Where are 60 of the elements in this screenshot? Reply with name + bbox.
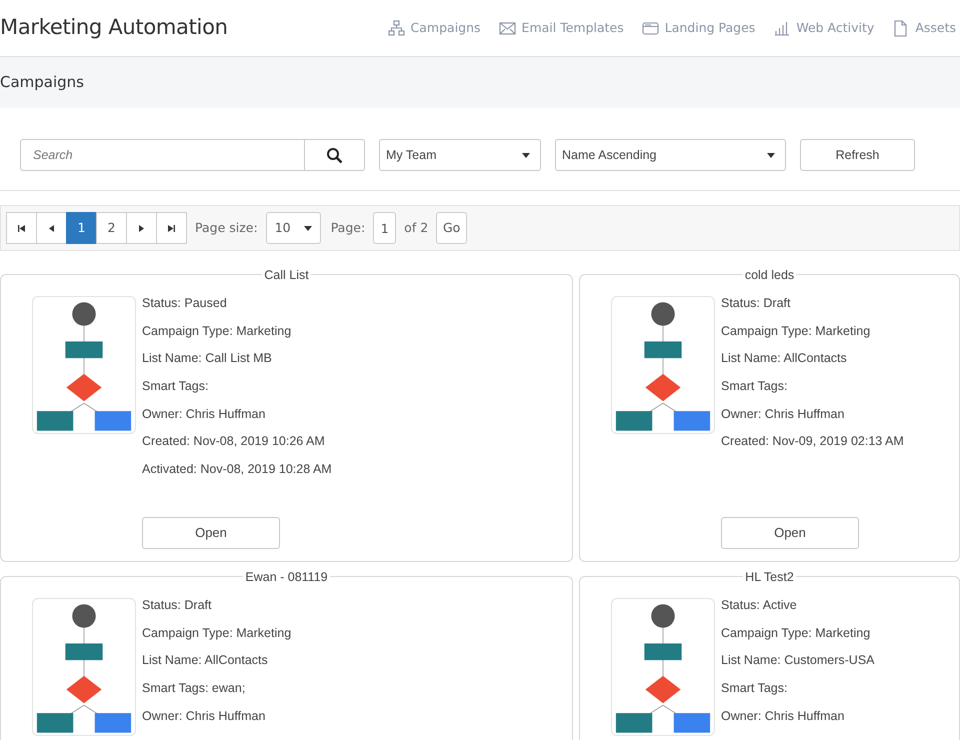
app-title: Marketing Automation	[0, 14, 228, 42]
campaign-detail: Campaign Type: Marketing	[142, 322, 292, 340]
campaign-detail: Status: Draft	[721, 295, 792, 312]
refresh-button[interactable]: Refresh	[800, 139, 915, 171]
campaign-detail: List Name: AllContacts	[142, 652, 269, 670]
campaign-detail: Campaign Type: Marketing	[721, 624, 872, 642]
team-dropdown[interactable]: My Team	[379, 139, 541, 171]
campaign-detail: Owner: Chris Huffman	[142, 406, 266, 423]
previous-page-button[interactable]	[36, 212, 67, 244]
campaign-detail: Status: Paused	[142, 295, 228, 312]
campaign-detail: Activated: Nov-08, 2019 10:28 AM	[142, 461, 332, 478]
first-page-button[interactable]	[6, 212, 37, 244]
caret-icon	[767, 152, 775, 158]
campaign-name: cold leds	[742, 268, 796, 282]
browser-window-icon	[642, 20, 659, 36]
open-button[interactable]: Open	[721, 517, 859, 549]
page-total: of 2	[404, 218, 428, 237]
page-title: Campaigns	[0, 72, 84, 94]
campaign-detail: Created: Nov-08, 2019 10:26 AM	[142, 433, 326, 450]
open-button[interactable]: Open	[142, 517, 280, 549]
next-page-icon	[138, 224, 145, 232]
envelope-icon	[498, 20, 516, 36]
page-label: Page:	[330, 218, 366, 237]
previous-page-icon	[48, 224, 55, 232]
campaign-detail: Campaign Type: Marketing	[721, 322, 872, 340]
caret-icon	[522, 152, 530, 158]
campaign-detail: Created: Nov-09, 2019 02:13 AM	[721, 433, 904, 450]
page-size-dropdown[interactable]: 10	[266, 212, 321, 244]
campaign-detail: Campaign Type: Marketing	[142, 624, 292, 642]
page-button[interactable]: 2	[96, 212, 127, 244]
campaign-name: Ewan - 081119	[243, 570, 330, 584]
page-button[interactable]: 1	[66, 212, 97, 244]
search-icon	[326, 146, 343, 164]
last-page-button[interactable]	[156, 212, 187, 244]
campaign-detail: Owner: Chris Huffman	[721, 708, 846, 725]
first-page-icon	[18, 224, 25, 232]
campaign-detail: List Name: AllContacts	[721, 350, 848, 368]
campaign-detail: Status: Draft	[142, 597, 212, 614]
campaign-detail: Owner: Chris Huffman	[142, 708, 266, 725]
page-number-field[interactable]: 1	[373, 212, 396, 244]
sitemap-icon	[388, 20, 405, 36]
campaign-detail: Smart Tags:	[142, 378, 210, 396]
search-button[interactable]	[305, 139, 365, 171]
go-button[interactable]: Go	[436, 212, 468, 244]
campaign-detail: Owner: Chris Huffman	[721, 406, 846, 423]
sort-dropdown[interactable]: Name Ascending	[555, 139, 786, 171]
campaign-detail: List Name: Customers-USA	[721, 652, 875, 670]
campaign-name: Call List	[262, 268, 311, 282]
page-size-label: Page size:	[195, 218, 258, 237]
campaign-detail: Smart Tags:	[721, 680, 788, 698]
campaign-name: HL Test2	[743, 570, 796, 584]
campaign-detail: Status: Active	[721, 597, 798, 614]
campaign-detail: Smart Tags: ewan;	[142, 680, 246, 698]
campaign-detail: Smart Tags:	[721, 378, 788, 396]
document-icon	[892, 20, 910, 36]
search-field[interactable]: Search	[20, 139, 305, 171]
bar-chart-icon	[773, 20, 790, 36]
last-page-icon	[168, 224, 175, 232]
campaign-detail: List Name: Call List MB	[142, 350, 273, 368]
caret-icon	[304, 226, 312, 230]
